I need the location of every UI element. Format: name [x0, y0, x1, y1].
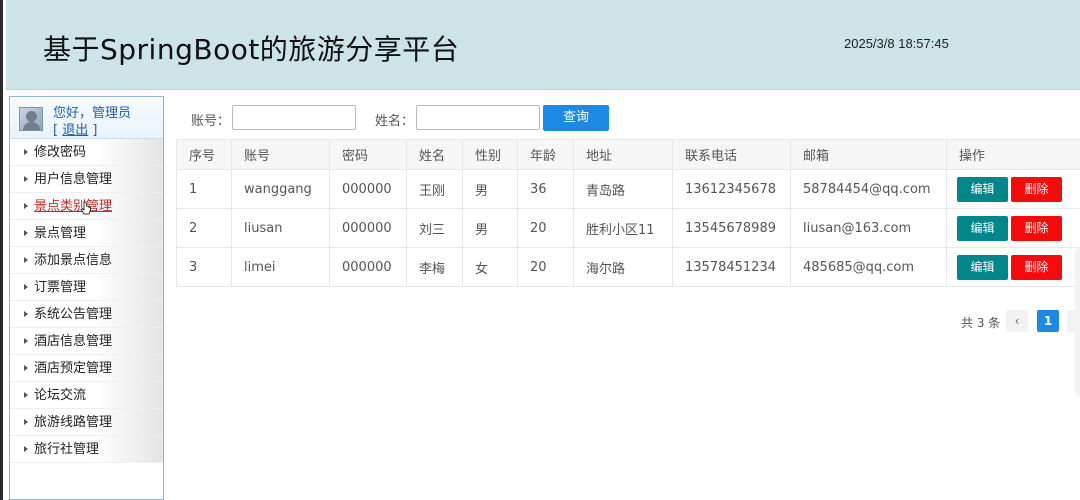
cell-email: liusan@163.com [790, 208, 947, 248]
col-header: 性别 [462, 139, 518, 170]
cell-gender: 男 [462, 208, 518, 248]
sidebar-item-add-scenic[interactable]: 添加景点信息 [10, 247, 163, 274]
total-count: 共 3 条 [961, 316, 1001, 330]
query-button[interactable]: 查询 [543, 105, 609, 131]
col-header: 姓名 [406, 139, 463, 170]
sidebar-item-travel-agencies[interactable]: 旅行社管理 [10, 436, 163, 463]
page-header: 基于SpringBoot的旅游分享平台 2025/3/8 18:57:45 [6, 0, 1080, 90]
delete-button[interactable]: 删除 [1011, 254, 1062, 280]
cell-name: 刘三 [406, 208, 463, 248]
clock: 2025/3/8 18:57:45 [844, 36, 949, 51]
col-header: 联系电话 [672, 139, 791, 170]
cell-actions: 编辑 删除 [946, 169, 1080, 209]
cell-phone: 13578451234 [672, 247, 791, 287]
table-header-row: 序号 账号 密码 姓名 性别 年龄 地址 联系电话 邮箱 操作 [176, 139, 1080, 170]
cell-gender: 男 [462, 169, 518, 209]
avatar [19, 107, 43, 131]
cell-age: 20 [517, 208, 574, 248]
cell-actions: 编辑 删除 [946, 208, 1080, 248]
account-label: 账号： [191, 114, 231, 129]
table-row: 3 limei 000000 李梅 女 20 海尔路 13578451234 4… [176, 247, 1080, 287]
cell-address: 海尔路 [573, 247, 673, 287]
col-header: 序号 [176, 139, 232, 170]
logout-link[interactable]: 退出 [62, 123, 88, 138]
cell-account: liusan [231, 208, 330, 248]
name-label: 姓名： [375, 114, 415, 129]
cell-address: 胜利小区11 [573, 208, 673, 248]
hand-cursor-icon [80, 201, 91, 215]
sidebar-item-scenic-management[interactable]: 景点管理 [10, 220, 163, 247]
sidebar-item-user-management[interactable]: 用户信息管理 [10, 166, 163, 193]
cell-gender: 女 [462, 247, 518, 287]
sidebar-item-hotel-info[interactable]: 酒店信息管理 [10, 328, 163, 355]
user-box: 您好，管理员 [ 退出 ] [10, 97, 163, 139]
cell-phone: 13612345678 [672, 169, 791, 209]
cell-address: 青岛路 [573, 169, 673, 209]
edit-button[interactable]: 编辑 [957, 215, 1008, 241]
cell-password: 000000 [329, 208, 407, 248]
edit-button[interactable]: 编辑 [957, 176, 1008, 202]
cell-index: 1 [176, 169, 232, 209]
account-input[interactable] [232, 105, 356, 130]
sidebar-item-change-password[interactable]: 修改密码 [10, 139, 163, 166]
sidebar-item-tickets[interactable]: 订票管理 [10, 274, 163, 301]
cell-account: wanggang [231, 169, 330, 209]
logout-bracket-open: [ [53, 123, 59, 138]
cell-index: 3 [176, 247, 232, 287]
sidebar-item-forum[interactable]: 论坛交流 [10, 382, 163, 409]
cell-account: limei [231, 247, 330, 287]
sidebar-item-label: 景点类别管理 [34, 199, 113, 214]
cell-actions: 编辑 删除 [946, 247, 1080, 287]
cell-age: 20 [517, 247, 574, 287]
prev-page-icon[interactable]: ‹ [1006, 310, 1028, 332]
cell-index: 2 [176, 208, 232, 248]
col-header: 地址 [573, 139, 673, 170]
page-title: 基于SpringBoot的旅游分享平台 [43, 33, 460, 66]
cell-email: 58784454@qq.com [790, 169, 947, 209]
col-header: 操作 [946, 139, 1080, 170]
delete-button[interactable]: 删除 [1011, 176, 1062, 202]
table-row: 1 wanggang 000000 王刚 男 36 青岛路 1361234567… [176, 169, 1080, 209]
edit-button[interactable]: 编辑 [957, 254, 1008, 280]
col-header: 密码 [329, 139, 407, 170]
name-input[interactable] [416, 105, 540, 130]
col-header: 年龄 [517, 139, 574, 170]
sidebar: 您好，管理员 [ 退出 ] 修改密码 用户信息管理 景点类别管理 景点管理 添加… [9, 96, 164, 500]
col-header: 邮箱 [790, 139, 947, 170]
page-number-current[interactable]: 1 [1037, 310, 1059, 332]
cell-name: 王刚 [406, 169, 463, 209]
cell-email: 485685@qq.com [790, 247, 947, 287]
sidebar-menu: 修改密码 用户信息管理 景点类别管理 景点管理 添加景点信息 订票管理 系统公告… [10, 139, 163, 463]
sidebar-item-travel-routes[interactable]: 旅游线路管理 [10, 409, 163, 436]
user-table: 序号 账号 密码 姓名 性别 年龄 地址 联系电话 邮箱 操作 1 wangga… [176, 139, 1080, 287]
cell-phone: 13545678989 [672, 208, 791, 248]
cell-password: 000000 [329, 169, 407, 209]
logout-bracket-close: ] [92, 123, 98, 138]
sidebar-item-hotel-booking[interactable]: 酒店预定管理 [10, 355, 163, 382]
table-row: 2 liusan 000000 刘三 男 20 胜利小区11 135456789… [176, 208, 1080, 248]
delete-button[interactable]: 删除 [1011, 215, 1062, 241]
cell-age: 36 [517, 169, 574, 209]
sidebar-item-scenic-category[interactable]: 景点类别管理 [10, 193, 163, 220]
scrollbar[interactable] [1075, 248, 1080, 396]
logout-wrapper: [ 退出 ] [53, 119, 97, 138]
sidebar-item-announcements[interactable]: 系统公告管理 [10, 301, 163, 328]
app-window: 基于SpringBoot的旅游分享平台 2025/3/8 18:57:45 您好… [0, 0, 1080, 500]
cell-name: 李梅 [406, 247, 463, 287]
col-header: 账号 [231, 139, 330, 170]
cell-password: 000000 [329, 247, 407, 287]
